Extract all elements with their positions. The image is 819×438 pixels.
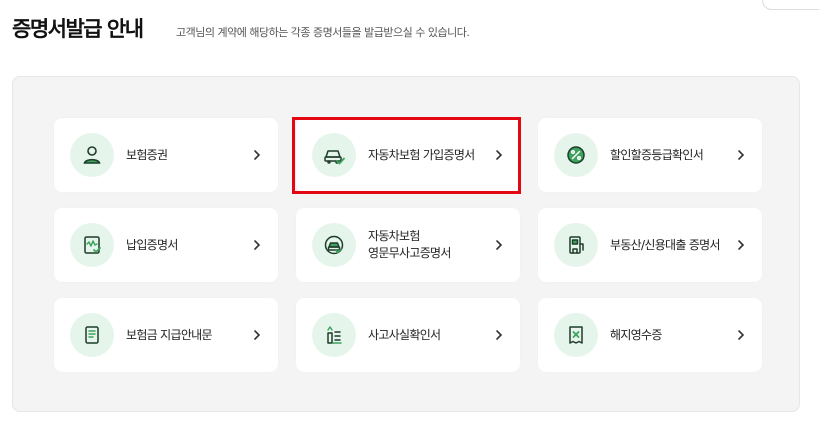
- card-label-line1: 자동차보험: [368, 229, 420, 243]
- person-icon: [70, 133, 114, 177]
- percent-badge-icon: [554, 133, 598, 177]
- card-claim-payment-notice[interactable]: 보험금 지급안내문: [54, 298, 278, 372]
- card-label: 보험증권: [126, 147, 168, 162]
- card-payment-certificate[interactable]: 납입증명서: [54, 208, 278, 282]
- card-label: 해지영수증: [610, 327, 662, 342]
- accident-icon: [312, 313, 356, 357]
- chevron-right-icon: [496, 330, 503, 340]
- cancel-receipt-icon: [554, 313, 598, 357]
- card-label: 할인할증등급확인서: [610, 147, 704, 162]
- chevron-right-icon: [254, 240, 261, 250]
- card-label: 납입증명서: [126, 237, 178, 252]
- chevron-right-icon: [738, 330, 745, 340]
- top-right-tab[interactable]: [762, 0, 819, 10]
- chevron-right-icon: [738, 150, 745, 160]
- building-check-icon: [554, 223, 598, 267]
- chevron-right-icon: [496, 150, 503, 160]
- car-globe-icon: [312, 223, 356, 267]
- card-auto-insurance-certificate[interactable]: 자동차보험 가입증명서: [296, 118, 520, 192]
- card-label: 사고사실확인서: [368, 327, 441, 342]
- page-title: 증명서발급 안내: [12, 17, 144, 41]
- chevron-right-icon: [738, 240, 745, 250]
- card-discount-grade-certificate[interactable]: 할인할증등급확인서: [538, 118, 762, 192]
- card-label: 부동산/신용대출 증명서: [610, 237, 721, 252]
- page-subtitle: 고객님의 계약에 해당하는 각종 증명서들을 발급받으실 수 있습니다.: [176, 26, 470, 39]
- card-accident-fact-certificate[interactable]: 사고사실확인서: [296, 298, 520, 372]
- card-insurance-policy[interactable]: 보험증권: [54, 118, 278, 192]
- card-label-line2: 영문무사고증명서: [368, 246, 451, 260]
- receipt-check-icon: [70, 223, 114, 267]
- card-real-estate-loan-certificate[interactable]: 부동산/신용대출 증명서: [538, 208, 762, 282]
- chevron-right-icon: [496, 240, 503, 250]
- chevron-right-icon: [254, 330, 261, 340]
- car-check-icon: [312, 133, 356, 177]
- card-label: 자동차보험 가입증명서: [368, 147, 475, 162]
- chevron-right-icon: [254, 150, 261, 160]
- card-label: 보험금 지급안내문: [126, 327, 213, 342]
- document-icon: [70, 313, 114, 357]
- card-cancellation-receipt[interactable]: 해지영수증: [538, 298, 762, 372]
- card-english-no-accident-certificate[interactable]: 자동차보험 영문무사고증명서: [296, 208, 520, 282]
